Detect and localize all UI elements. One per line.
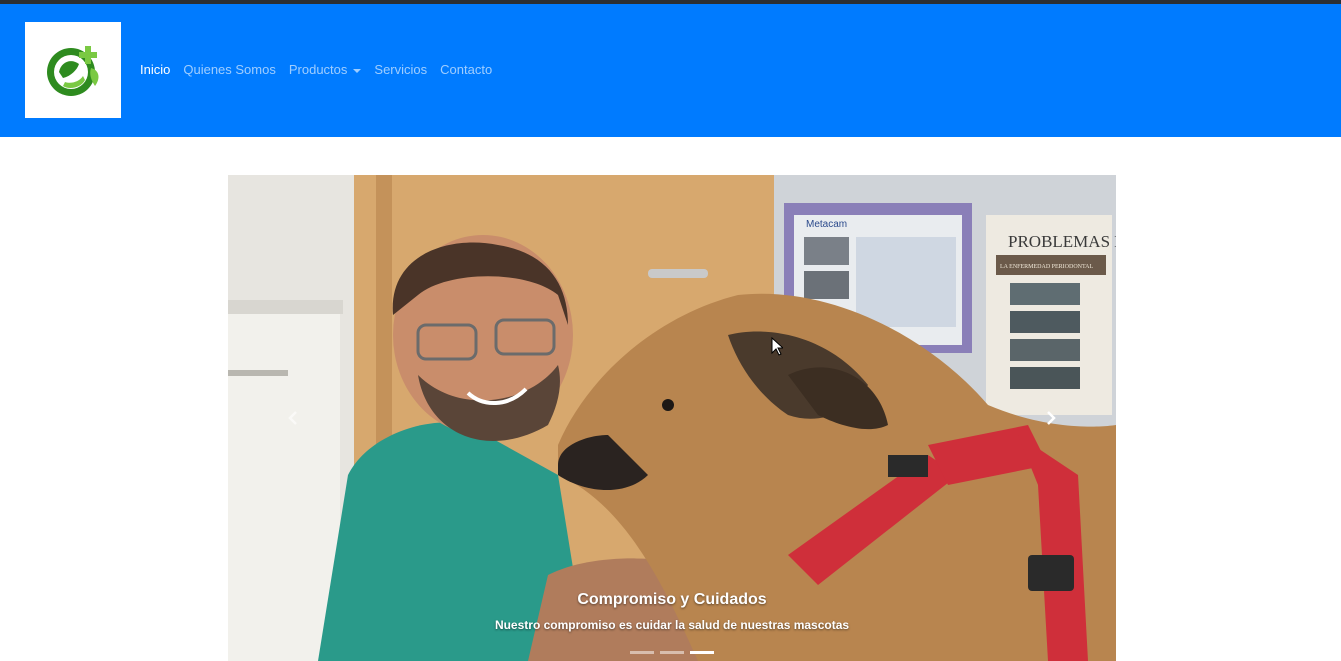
nav-link-contacto[interactable]: Contacto bbox=[440, 62, 492, 77]
hero-carousel: Metacam PROBLEMAS D LA ENFERMEDAD PERIOD… bbox=[228, 175, 1116, 661]
nav-link-inicio[interactable]: Inicio bbox=[140, 62, 170, 77]
carousel-indicators bbox=[228, 651, 1116, 654]
carousel-caption-text: Nuestro compromiso es cuidar la salud de… bbox=[494, 618, 850, 632]
nav-link-productos[interactable]: Productos bbox=[289, 62, 362, 77]
brand-logo[interactable] bbox=[25, 22, 121, 118]
nav-link-productos-label: Productos bbox=[288, 62, 348, 77]
nav-menu: Inicio Quienes Somos Productos Servicios… bbox=[140, 62, 505, 77]
carousel-prev-button[interactable] bbox=[228, 175, 358, 661]
nav-link-quienes-somos[interactable]: Quienes Somos bbox=[183, 62, 276, 77]
carousel-indicator-3[interactable] bbox=[690, 651, 714, 654]
vet-logo-icon bbox=[47, 46, 99, 96]
carousel-indicator-2[interactable] bbox=[660, 651, 684, 654]
poster-text-metacam: Metacam bbox=[806, 219, 847, 230]
carousel-indicator-1[interactable] bbox=[630, 651, 654, 654]
slide-image-vet-with-dog: Metacam PROBLEMAS D LA ENFERMEDAD PERIOD… bbox=[228, 175, 1116, 661]
chevron-left-icon bbox=[288, 411, 297, 425]
nav-link-servicios[interactable]: Servicios bbox=[374, 62, 427, 77]
chevron-right-icon bbox=[1047, 411, 1056, 425]
navbar: Inicio Quienes Somos Productos Servicios… bbox=[0, 4, 1341, 137]
carousel-next-button[interactable] bbox=[986, 175, 1116, 661]
carousel-caption-title: Compromiso y Cuidados bbox=[577, 591, 767, 608]
mouse-pointer-icon bbox=[771, 337, 783, 356]
chevron-down-icon bbox=[353, 68, 362, 73]
